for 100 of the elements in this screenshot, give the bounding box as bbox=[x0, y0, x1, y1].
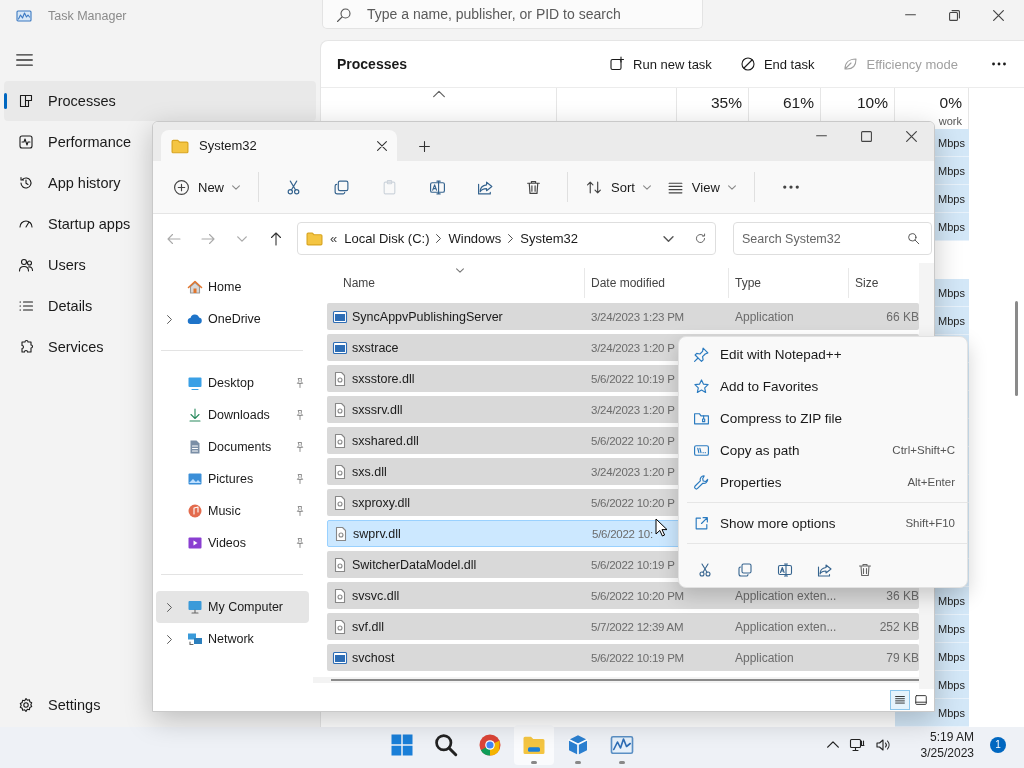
usage-percent: 61% bbox=[782, 94, 814, 112]
view-toggle[interactable] bbox=[890, 690, 910, 710]
toolbar-button[interactable]: View bbox=[658, 169, 744, 205]
close-icon[interactable] bbox=[377, 140, 387, 151]
window-title: Task Manager bbox=[48, 9, 127, 23]
close-icon bbox=[992, 9, 1004, 21]
browser-icon bbox=[478, 732, 502, 757]
nav-item[interactable]: Settings bbox=[4, 685, 148, 725]
address-bar[interactable]: « Local Disk (C:) Windows System32 bbox=[297, 222, 716, 255]
file-name: sxstrace bbox=[352, 340, 399, 355]
chevron-icon[interactable] bbox=[166, 314, 172, 324]
file-icon bbox=[332, 587, 348, 604]
nav-item[interactable]: Network bbox=[156, 623, 309, 655]
date-modified: 5/6/2022 10:20 P bbox=[591, 496, 675, 509]
wrench-icon bbox=[693, 473, 710, 491]
notification-badge[interactable]: 1 bbox=[990, 736, 1006, 753]
copy-icon bbox=[737, 561, 753, 578]
file-row[interactable]: svf.dll 5/7/2022 12:39 AM Application exten... 252 KB bbox=[327, 613, 919, 640]
file-icon bbox=[332, 463, 348, 480]
date-modified: 5/6/2022 10:20 PM bbox=[591, 589, 684, 602]
caret-icon bbox=[727, 184, 736, 190]
search-field[interactable]: Search System32 bbox=[733, 222, 932, 255]
puzzle-icon bbox=[18, 339, 34, 355]
toolbar-button[interactable]: Sort bbox=[578, 169, 659, 205]
file-name: sxsstore.dll bbox=[352, 371, 415, 386]
tab[interactable]: System32 bbox=[161, 130, 397, 161]
nav-item[interactable]: Performance bbox=[4, 122, 148, 162]
breadcrumb[interactable]: Windows bbox=[448, 231, 502, 246]
nav-item[interactable]: Home bbox=[156, 271, 309, 303]
file-type: Application exten... bbox=[735, 588, 837, 603]
nav-item[interactable]: Music bbox=[156, 495, 309, 527]
nav-item[interactable]: Downloads bbox=[156, 399, 309, 431]
column-header[interactable]: Size bbox=[855, 276, 879, 290]
search-icon bbox=[907, 232, 920, 245]
file-type: Application exten... bbox=[735, 619, 837, 634]
nav-item[interactable]: Documents bbox=[156, 431, 309, 463]
page-title: Processes bbox=[337, 56, 408, 72]
file-row[interactable]: SyncAppvPublishingServer 3/24/2023 1:23 PM Application 66 KB bbox=[327, 303, 919, 330]
menu-icon[interactable] bbox=[16, 54, 33, 66]
nav-item[interactable]: Videos bbox=[156, 527, 309, 559]
caret-icon[interactable] bbox=[663, 235, 674, 242]
breadcrumb[interactable]: System32 bbox=[520, 231, 579, 246]
pushpin-icon bbox=[693, 345, 710, 363]
nav-item[interactable]: Details bbox=[4, 286, 148, 326]
menu-label: Add to Favorites bbox=[720, 378, 819, 394]
column-header[interactable]: Name bbox=[343, 276, 375, 290]
cursor-icon bbox=[655, 518, 667, 537]
column-header[interactable]: Date modified bbox=[591, 276, 666, 290]
nav-item[interactable]: Users bbox=[4, 245, 148, 285]
file-row[interactable]: svsvc.dll 5/6/2022 10:20 PM Application exten... 36 KB bbox=[327, 582, 919, 609]
close-icon bbox=[906, 130, 917, 142]
nav-item[interactable]: OneDrive bbox=[156, 303, 309, 335]
scrollbar[interactable] bbox=[313, 677, 919, 683]
application-icon bbox=[332, 649, 348, 666]
clock-date[interactable]: 3/25/2023 bbox=[920, 744, 974, 761]
toolbar-button[interactable]: New bbox=[165, 169, 248, 205]
file-name: svsvc.dll bbox=[352, 588, 400, 603]
chevron-icon[interactable] bbox=[166, 602, 172, 612]
column-label: work bbox=[938, 115, 962, 127]
scrollbar[interactable] bbox=[1015, 301, 1018, 396]
chart-icon bbox=[16, 8, 32, 24]
file-row[interactable]: svchost 5/6/2022 10:19 PM Application 79 KB bbox=[327, 644, 919, 671]
file-type: Application bbox=[735, 650, 794, 665]
caret-icon bbox=[642, 184, 651, 190]
column-header[interactable]: Type bbox=[735, 276, 761, 290]
file-type: Application bbox=[735, 309, 794, 324]
monitor-icon[interactable] bbox=[848, 736, 865, 753]
star-icon bbox=[693, 377, 710, 395]
chevron-up-icon[interactable] bbox=[826, 741, 839, 748]
clock-time[interactable]: 5:19 AM bbox=[929, 728, 974, 745]
nav-item[interactable]: Processes bbox=[4, 81, 316, 121]
application-icon bbox=[332, 339, 348, 356]
nav-item[interactable]: Startup apps bbox=[4, 204, 148, 244]
monitor-icon bbox=[187, 599, 203, 615]
action-button[interactable]: Run new task bbox=[605, 52, 716, 76]
refresh-icon[interactable] bbox=[694, 232, 707, 245]
leaf-icon bbox=[842, 56, 859, 72]
date-modified: 3/24/2023 1:20 P bbox=[591, 341, 675, 354]
restore-icon bbox=[948, 9, 960, 21]
search-icon bbox=[336, 7, 352, 23]
breadcrumb[interactable]: Local Disk (C:) bbox=[344, 231, 430, 246]
nav-item[interactable]: My Computer bbox=[156, 591, 309, 623]
nav-item[interactable]: Services bbox=[4, 327, 148, 367]
nav-item[interactable]: App history bbox=[4, 163, 148, 203]
pulse-icon bbox=[18, 134, 34, 150]
date-modified: 3/24/2023 1:20 P bbox=[591, 465, 675, 478]
start-icon bbox=[390, 732, 414, 757]
rename-icon bbox=[777, 561, 793, 578]
desktop-icon bbox=[187, 375, 203, 391]
overflow-button[interactable]: « bbox=[330, 231, 338, 246]
file-icon bbox=[332, 401, 348, 418]
chevron-icon[interactable] bbox=[166, 634, 172, 644]
nav-item[interactable]: Pictures bbox=[156, 463, 309, 495]
action-button[interactable]: End task bbox=[735, 52, 819, 76]
file-icon bbox=[333, 525, 349, 542]
search-field[interactable]: Type a name, publisher, or PID to search bbox=[322, 0, 703, 29]
file-name: swprv.dll bbox=[353, 526, 401, 541]
plus-icon[interactable] bbox=[419, 141, 430, 152]
nav-item[interactable]: Desktop bbox=[156, 367, 309, 399]
file-icon bbox=[332, 432, 348, 449]
